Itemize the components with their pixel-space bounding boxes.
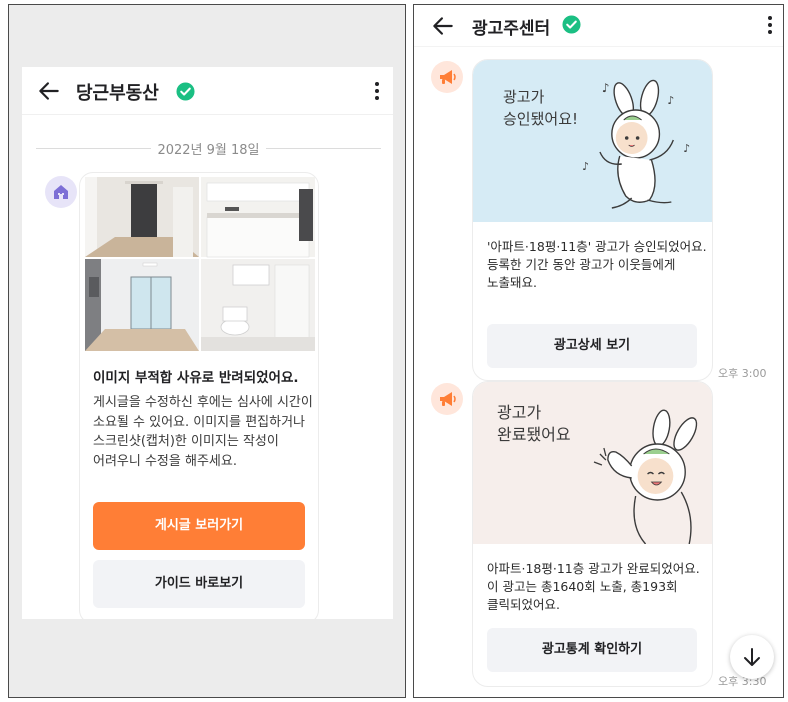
svg-text:♪: ♪ <box>582 160 589 173</box>
ad-detail-button[interactable]: 광고상세 보기 <box>487 324 697 368</box>
megaphone-icon[interactable] <box>431 61 463 93</box>
message-time: 오후 3:00 <box>718 367 767 380</box>
rejection-title: 이미지 부적합 사유로 반려되었어요. <box>93 370 299 386</box>
left-screenshot: 당근부동산 2022년 9월 18일 이미지 부적합 사유로 반려되었어요. 게… <box>8 4 406 698</box>
chat-header: 당근부동산 <box>22 67 393 115</box>
svg-text:♪: ♪ <box>667 94 674 107</box>
more-vertical-icon[interactable] <box>367 79 387 103</box>
megaphone-icon[interactable] <box>431 383 463 415</box>
scroll-down-button[interactable] <box>730 635 774 679</box>
view-post-button[interactable]: 게시글 보러가기 <box>93 502 305 550</box>
ad-completed-message-card: 광고가 완료됐어요 아파트·18평·11층 광고가 완료되었어요. 이 광고는 … <box>472 381 713 687</box>
more-vertical-icon[interactable] <box>760 13 780 37</box>
completed-body: 아파트·18평·11층 광고가 완료되었어요. 이 광고는 총1640회 노출,… <box>487 561 700 612</box>
listing-photos[interactable] <box>85 177 315 352</box>
verified-badge-icon <box>562 15 581 34</box>
house-icon[interactable] <box>45 176 77 208</box>
svg-text:♪: ♪ <box>602 81 610 95</box>
back-arrow-icon[interactable] <box>36 78 62 104</box>
chat-title: 당근부동산 <box>76 83 159 104</box>
approved-illustration: ♪ ♪ ♪ ♪ <box>473 60 712 222</box>
approved-body: '아파트·18평·11층' 광고가 승인되었어요. 등록한 기간 동안 광고가 … <box>487 239 707 290</box>
chat-title: 광고주센터 <box>472 19 551 39</box>
back-arrow-icon[interactable] <box>430 13 456 39</box>
verified-badge-icon <box>176 82 195 101</box>
svg-text:♪: ♪ <box>683 142 690 155</box>
chat-header: 광고주센터 <box>414 5 783 47</box>
ad-approved-message-card: ♪ ♪ ♪ ♪ 광고가 승인됐어요! '아파트·18평·11층' 광고가 승인되… <box>472 59 713 381</box>
approved-illustration-text: 광고가 승인됐어요! <box>503 88 579 128</box>
view-guide-button[interactable]: 가이드 바로보기 <box>93 560 305 608</box>
rejection-message-card: 이미지 부적합 사유로 반려되었어요. 게시글을 수정하신 후에는 심사에 시간… <box>79 172 319 619</box>
chat-screen-daangn-realestate: 당근부동산 2022년 9월 18일 이미지 부적합 사유로 반려되었어요. 게… <box>22 67 393 619</box>
completed-illustration-text: 광고가 완료됐어요 <box>497 403 571 444</box>
date-divider: 2022년 9월 18일 <box>36 139 381 158</box>
rejection-body: 게시글을 수정하신 후에는 심사에 시간이 소요될 수 있어요. 이미지를 편집… <box>93 395 313 469</box>
date-text: 2022년 9월 18일 <box>151 143 266 158</box>
arrow-down-icon <box>744 648 760 666</box>
right-screenshot: 광고주센터 ♪ ♪ ♪ ♪ 광고가 승인됐어요! '아파트·18평·11층' 광… <box>413 4 784 698</box>
ad-stats-button[interactable]: 광고통계 확인하기 <box>487 628 697 672</box>
